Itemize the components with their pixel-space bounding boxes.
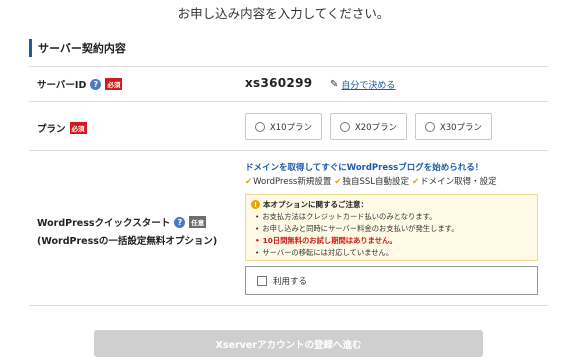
notice-title: 本オプションに関するご注意： <box>263 200 368 209</box>
required-badge: 必須 <box>105 78 123 90</box>
promo-heading: ドメインを取得してすぐにWordPressブログを始められる！ <box>245 163 484 173</box>
feature-item: ✔WordPress新規設置 <box>245 177 332 187</box>
plan-option-label: X20プラン <box>354 122 398 133</box>
plan-option-x20[interactable]: X20プラン <box>330 113 407 140</box>
question-circle-icon[interactable]: ? <box>90 78 102 90</box>
optional-badge: 任意 <box>189 216 207 228</box>
quickstart-sublabel: (WordPressの一括設定無料オプション) <box>37 236 218 247</box>
quickstart-label-line1-group: WordPressクイックスタート ? 任意 <box>37 215 207 229</box>
plan-option-x30[interactable]: X30プラン <box>415 113 492 140</box>
self-decide-link[interactable]: ✎ 自分で決める <box>330 78 395 91</box>
plan-label: プラン <box>37 124 66 135</box>
required-badge: 必須 <box>69 122 87 134</box>
quickstart-label-group: WordPressクイックスタート ? 任意 (WordPressの一括設定無料… <box>37 215 217 247</box>
self-decide-link-text[interactable]: 自分で決める <box>341 78 395 91</box>
check-icon: ✔ <box>245 177 253 187</box>
server-id-label: サーバーID <box>37 80 87 91</box>
feature-item: ✔独自SSL自動設定 <box>334 177 409 187</box>
notice-box: ! 本オプションに関するご注意： • お支払方法はクレジットカード払いのみとなりま… <box>245 194 538 261</box>
pencil-icon: ✎ <box>330 79 339 90</box>
feature-item: ✔ドメイン取得・設定 <box>412 177 497 187</box>
divider <box>29 101 548 102</box>
warning-icon: ! <box>251 200 260 209</box>
notice-title-group: ! 本オプションに関するご注意： <box>251 199 368 210</box>
server-id-value: xs360299 <box>245 76 313 90</box>
plan-option-label: X30プラン <box>439 122 483 133</box>
divider <box>29 150 548 151</box>
radio-circle-icon[interactable] <box>254 121 265 132</box>
notice-item: • お支払方法はクレジットカード払いのみとなります。 <box>255 212 437 221</box>
use-option-checkbox[interactable]: 利用する <box>245 266 538 295</box>
check-icon: ✔ <box>334 177 342 187</box>
notice-item: • サーバーの移転には対応していません。 <box>255 248 394 257</box>
section-title-text: サーバー契約内容 <box>38 42 126 55</box>
checkbox-icon[interactable] <box>257 275 267 286</box>
notice-list: • お支払方法はクレジットカード払いのみとなります。 • お申し込みと同時にサーバー… <box>255 211 459 259</box>
question-circle-icon[interactable]: ? <box>174 216 186 228</box>
plan-option-label: X10プラン <box>269 122 313 133</box>
section-title-bar <box>29 39 32 57</box>
divider <box>29 66 548 67</box>
feature-list: ✔WordPress新規設置 ✔独自SSL自動設定 ✔ドメイン取得・設定 <box>245 175 500 187</box>
check-icon: ✔ <box>412 177 420 187</box>
use-option-label: 利用する <box>273 276 308 287</box>
notice-item-highlight: • 10日間無料のお試し期間はありません。 <box>255 236 397 245</box>
plan-label-group: プラン 必須 <box>37 121 87 135</box>
section-title: サーバー契約内容 <box>29 38 126 58</box>
proceed-to-registration-button[interactable]: Xserverアカウントの登録へ進む <box>94 330 483 357</box>
notice-item: • お申し込みと同時にサーバー料金のお支払いが発生します。 <box>255 224 459 233</box>
radio-circle-icon[interactable] <box>424 121 435 132</box>
radio-circle-icon[interactable] <box>339 121 350 132</box>
divider <box>29 305 548 306</box>
page-instruction: お申し込み内容を入力してください。 <box>177 6 390 21</box>
server-id-label-group: サーバーID ? 必須 <box>37 77 123 91</box>
plan-option-x10[interactable]: X10プラン <box>245 113 322 140</box>
quickstart-label: WordPressクイックスタート <box>37 218 171 229</box>
